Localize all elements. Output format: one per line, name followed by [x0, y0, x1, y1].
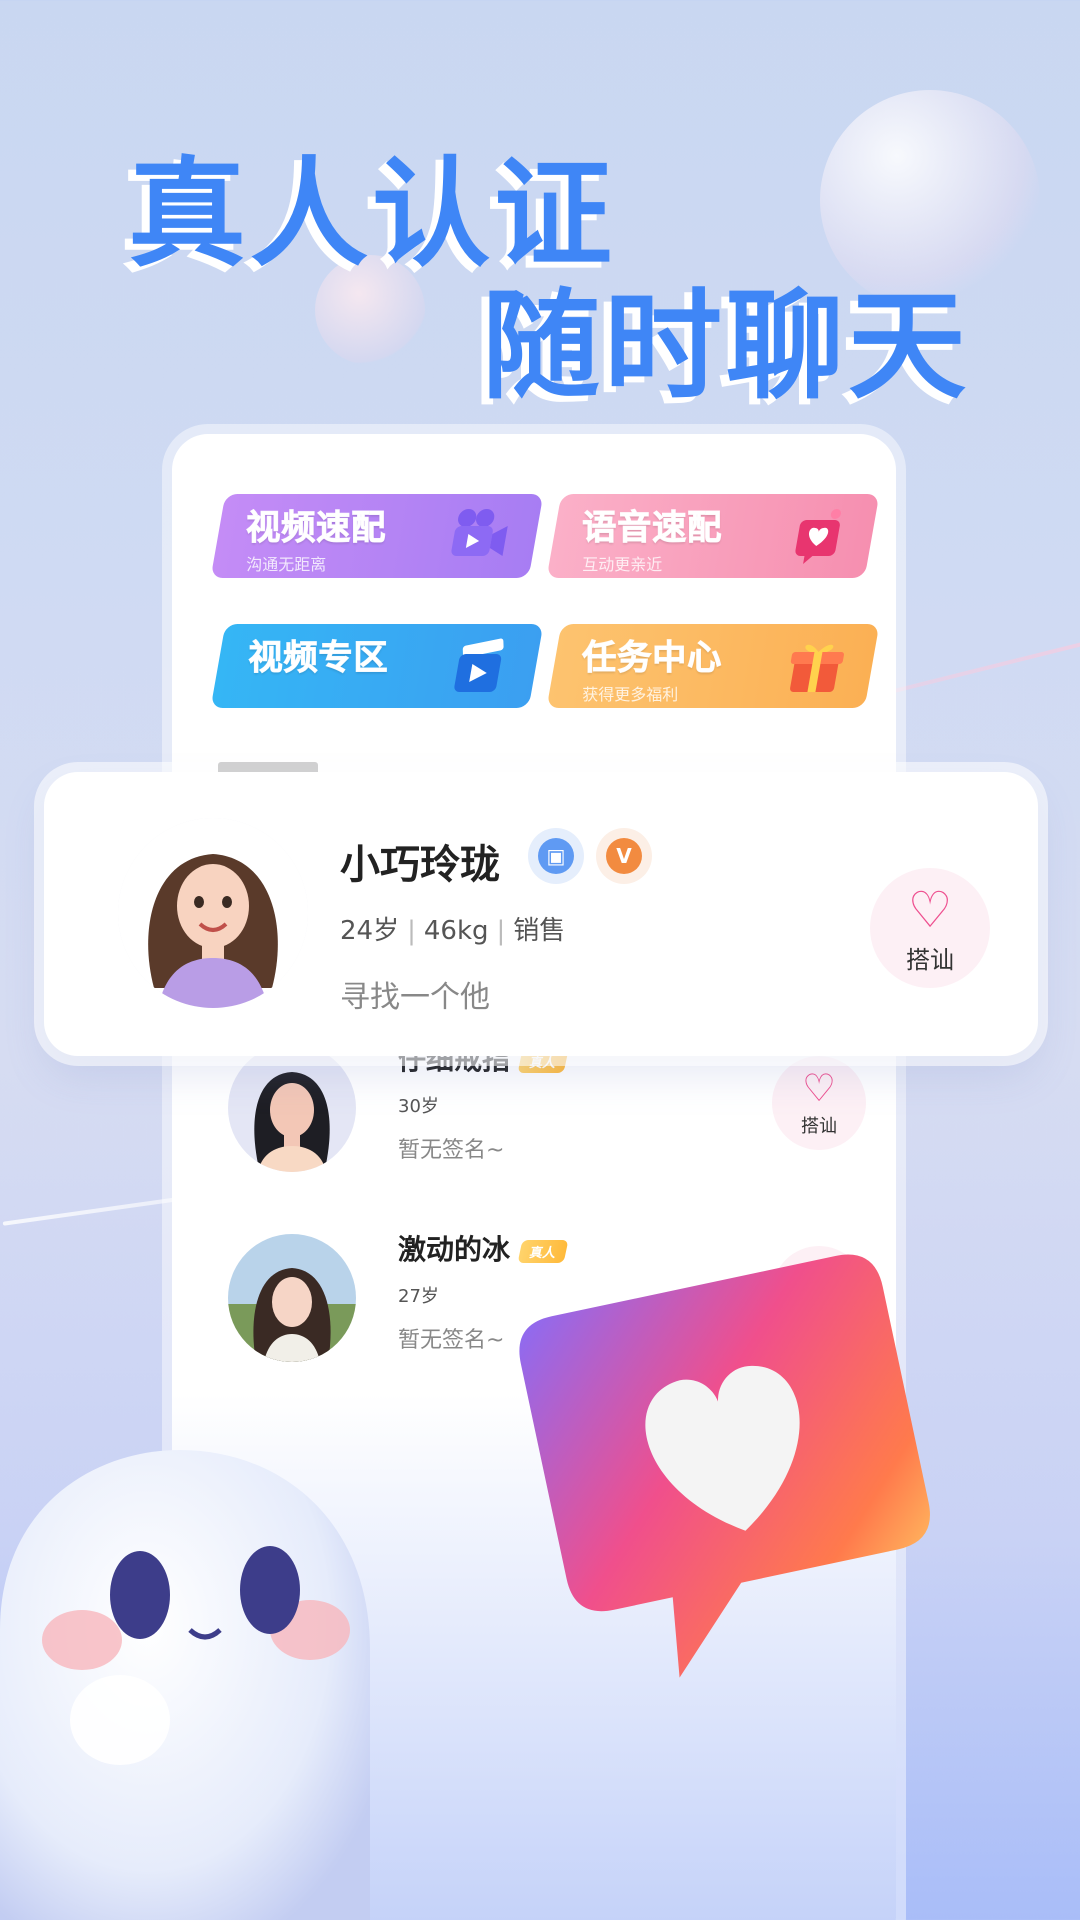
decor-heart-bubble [479, 1222, 987, 1722]
avatar [118, 818, 308, 1008]
greet-label: 搭讪 [906, 946, 954, 974]
user-name: 激动的冰 真人 [398, 1228, 569, 1268]
greet-button[interactable]: ♡ 搭讪 [870, 868, 990, 988]
video-camera-icon [441, 506, 513, 573]
user-job: 销售 [513, 916, 566, 946]
user-age: 30岁 [398, 1096, 439, 1117]
user-signature: 寻找一个他 [340, 980, 490, 1015]
featured-user-card[interactable]: 小巧玲珑 ▣ V 24岁 | 46kg | 销售 寻找一个他 ♡ 搭讪 [44, 772, 1038, 1056]
decor-ghost-mascot [0, 1430, 400, 1920]
vip-v-icon: V [596, 828, 652, 884]
tile-video-match[interactable]: 视频速配 沟通无距离 [210, 494, 544, 578]
greet-button[interactable]: ♡ 搭讪 [772, 1056, 866, 1150]
list-item[interactable]: 仔细戒指 真人 30岁 暂无签名~ ♡ 搭讪 [172, 1034, 896, 1184]
heart-icon: ♡ [907, 881, 953, 939]
real-person-badge: 真人 [517, 1239, 569, 1263]
tile-task-center[interactable]: 任务中心 获得更多福利 [546, 624, 880, 708]
avatar [228, 1234, 356, 1362]
user-meta: 24岁 | 46kg | 销售 [340, 916, 566, 946]
real-person-verified-icon: ▣ [528, 828, 584, 884]
user-age: 27岁 [398, 1286, 439, 1307]
tile-voice-match[interactable]: 语音速配 互动更亲近 [546, 494, 880, 578]
tile-video-zone[interactable]: 视频专区 [210, 624, 544, 708]
user-name: 小巧玲珑 [340, 842, 500, 888]
user-weight: 46kg [423, 916, 489, 946]
video-play-icon [445, 636, 514, 707]
heart-icon: ♡ [801, 1066, 837, 1110]
avatar [228, 1044, 356, 1172]
user-age: 24岁 [340, 916, 400, 946]
hero-title-line1: 真人认证 真人认证 [120, 145, 617, 289]
greet-label: 搭讪 [801, 1116, 837, 1137]
user-signature: 暂无签名~ [398, 1138, 505, 1163]
